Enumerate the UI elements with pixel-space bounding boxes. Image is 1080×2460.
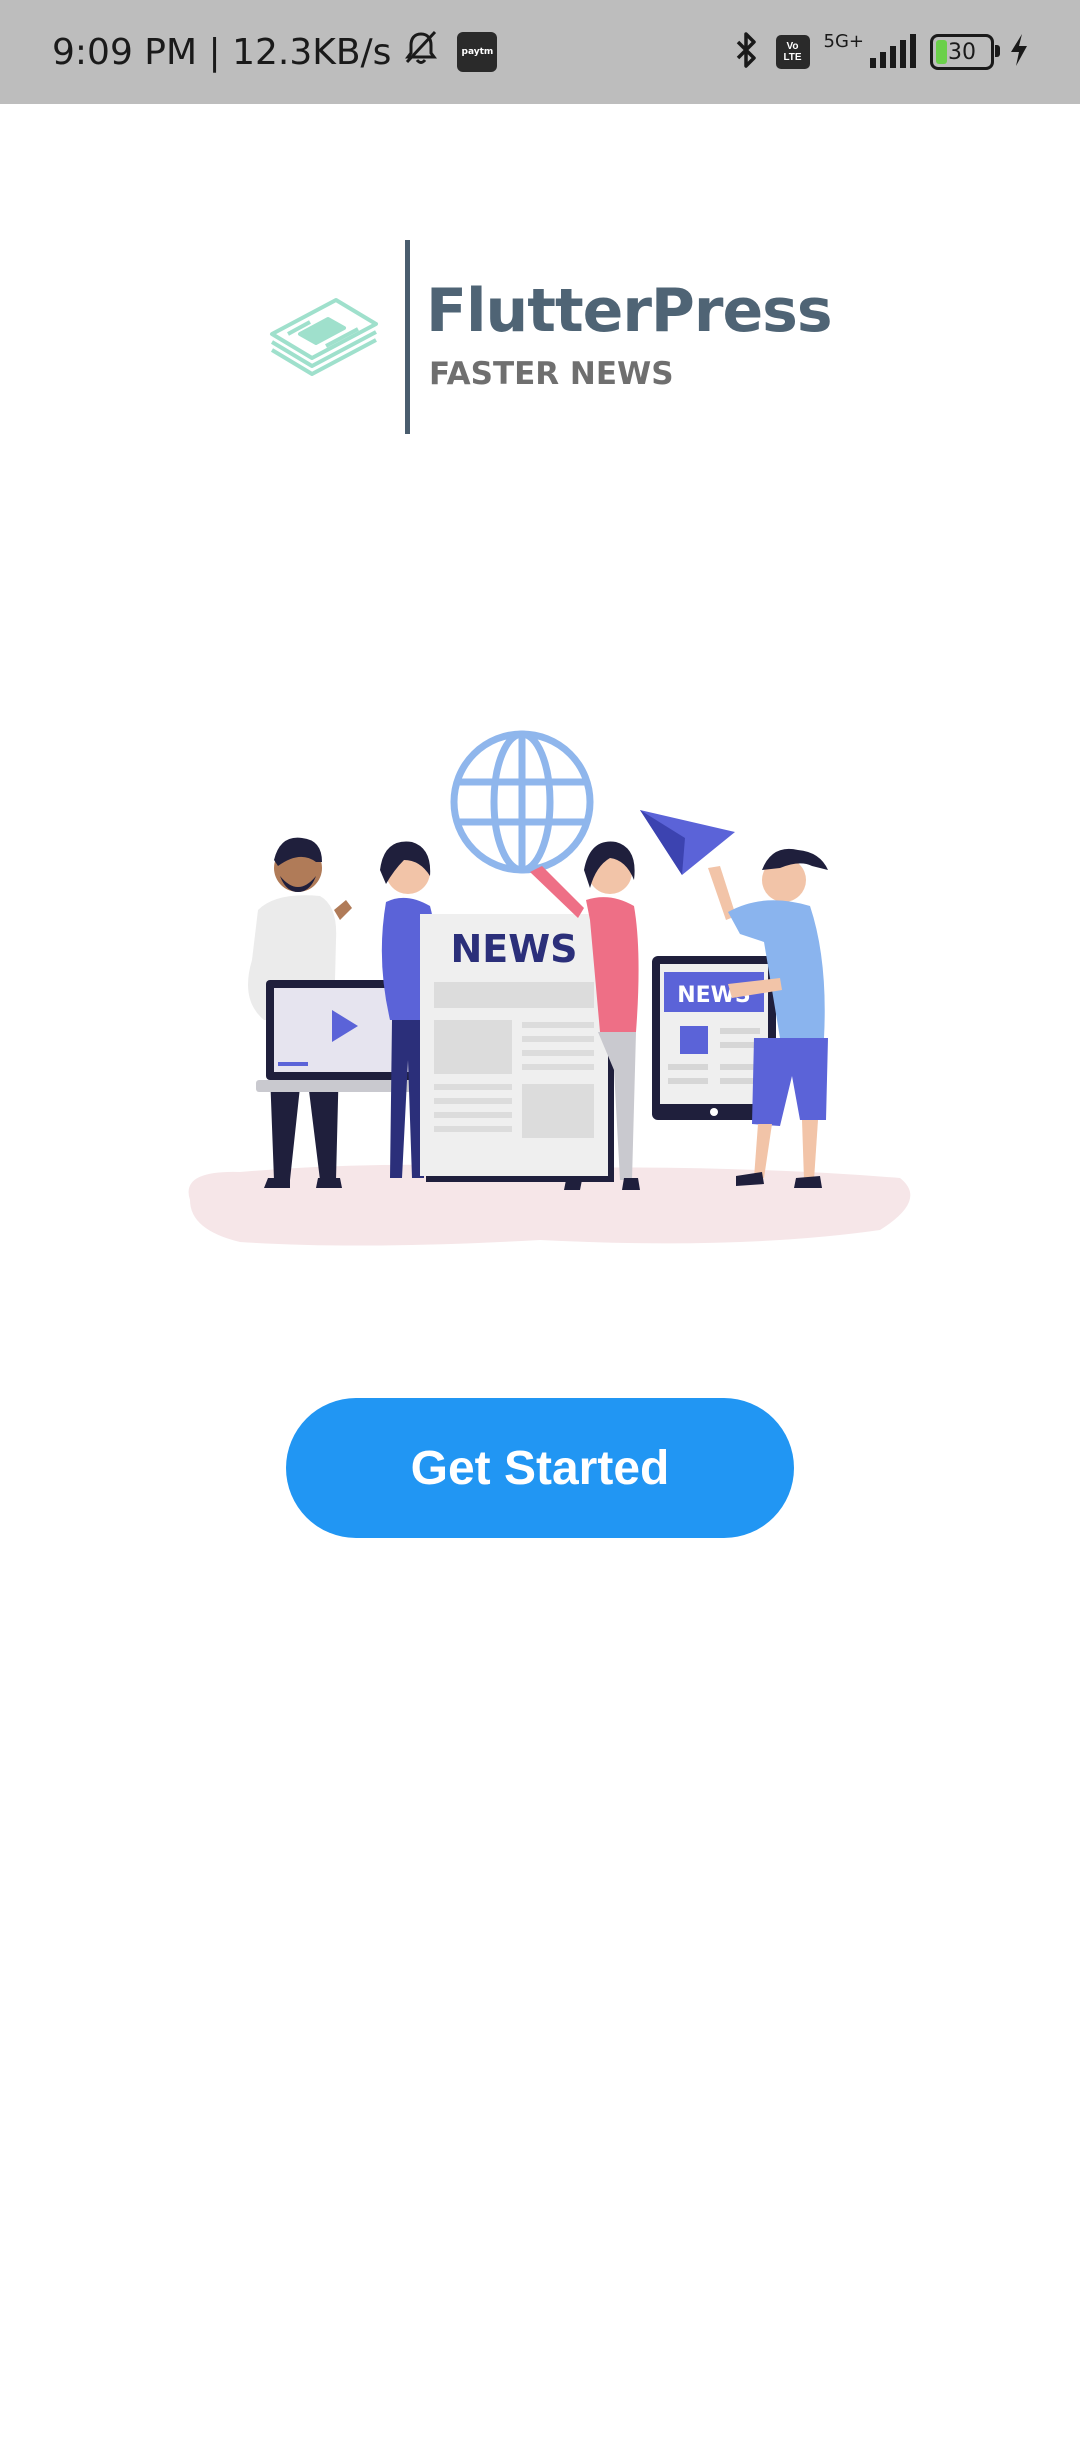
svg-text:NEWS: NEWS [450, 927, 577, 971]
battery-level: 30 [948, 39, 976, 65]
app-title: FlutterPress [426, 276, 833, 346]
get-started-button[interactable]: Get Started [286, 1398, 794, 1538]
news-people-illustration: NEWS NEWS [188, 730, 911, 1246]
globe-icon [450, 730, 594, 874]
newspaper-icon: NEWS [420, 914, 614, 1182]
status-left: 9:09 PM | 12.3KB/s paytm [52, 0, 498, 104]
time-and-speed: 9:09 PM | 12.3KB/s [52, 31, 392, 73]
paytm-icon: paytm [457, 32, 498, 72]
status-bar: 9:09 PM | 12.3KB/s paytm Vo LTE 5G+ 30 [0, 0, 1080, 104]
logo-divider [405, 240, 410, 434]
battery-icon: 30 [930, 34, 1000, 70]
status-right: Vo LTE 5G+ 30 [732, 0, 1030, 104]
bluetooth-icon [732, 30, 762, 75]
app-tagline: FASTER NEWS [429, 356, 674, 392]
charging-icon [1008, 32, 1030, 73]
signal-icon [868, 32, 916, 73]
newspaper-logo-icon [270, 298, 378, 376]
paper-plane-icon [640, 810, 735, 875]
bell-muted-icon [401, 28, 441, 77]
volte-icon: Vo LTE [775, 35, 810, 69]
network-type: 5G+ [823, 31, 864, 52]
app-logo: FlutterPress FASTER NEWS [266, 238, 833, 438]
